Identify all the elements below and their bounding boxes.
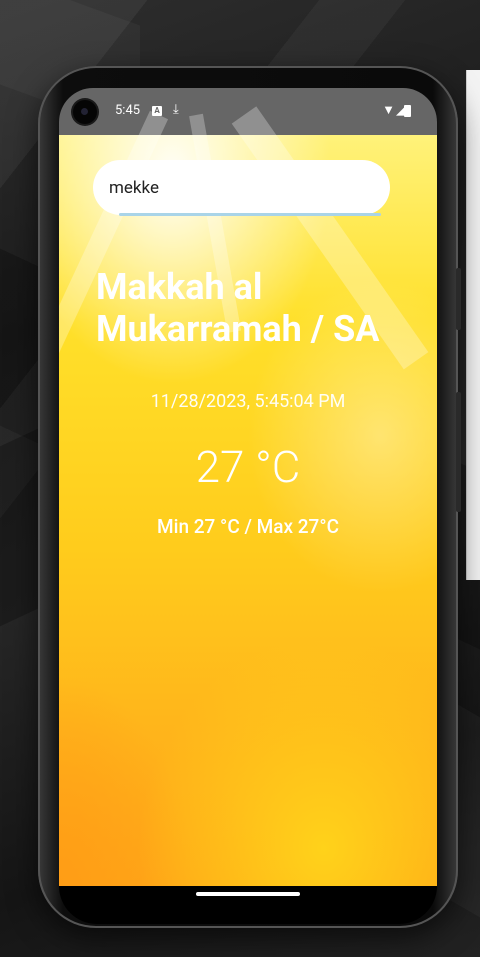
min-max-temperature: Min 27 °C / Max 27°C: [156, 515, 339, 538]
temperature: 27 °C: [195, 441, 301, 493]
status-time: 5:45: [115, 103, 141, 118]
power-button: [456, 268, 461, 330]
volume-button: [456, 392, 461, 512]
date-time: 11/28/2023, 5:45:04 PM: [150, 391, 346, 412]
battery-icon: [404, 105, 411, 117]
home-indicator[interactable]: [196, 892, 300, 896]
search-input[interactable]: [93, 160, 390, 215]
weather-app: Makkah al Mukarramah / SA 11/28/2023, 5:…: [59, 106, 437, 886]
phone-screen: 5:45 A ⤓ ▼◢ Makkah al Mukarramah / SA 11…: [59, 88, 437, 886]
search-underline: [119, 213, 381, 216]
side-panel: [466, 70, 480, 580]
camera-icon: [73, 100, 97, 124]
city-name: Makkah al Mukarramah / SA: [96, 266, 380, 350]
download-icon: ⤓: [173, 102, 179, 117]
